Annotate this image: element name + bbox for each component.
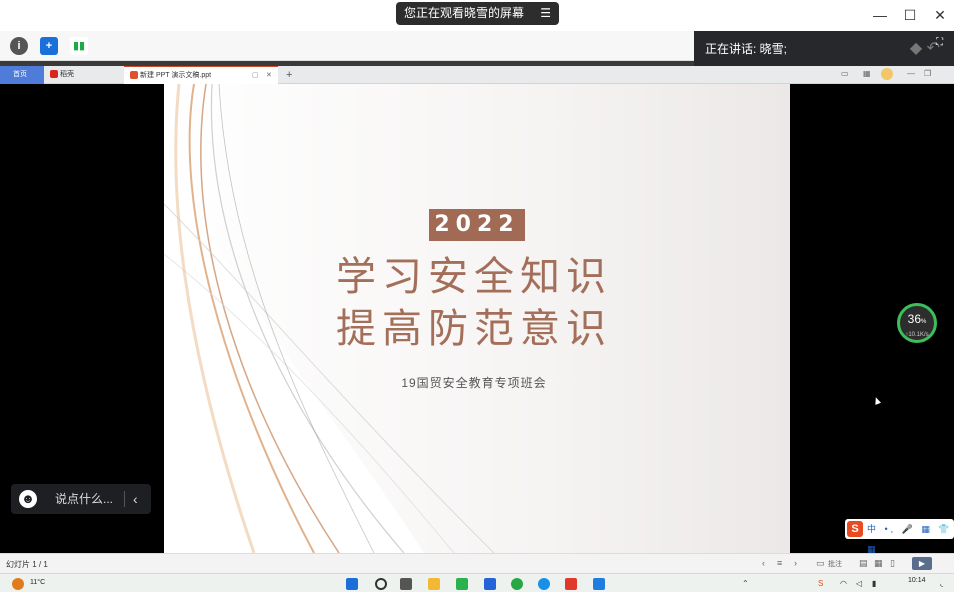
- task-view-icon[interactable]: [400, 578, 412, 590]
- reading-view-icon[interactable]: ▯: [890, 558, 895, 569]
- app-minimize-icon[interactable]: —: [907, 69, 915, 78]
- grid-view-icon[interactable]: ▦: [874, 558, 883, 569]
- chevron-left-icon[interactable]: ‹: [762, 558, 765, 568]
- new-tab-button[interactable]: +: [284, 66, 298, 84]
- close-icon[interactable]: ✕: [931, 6, 949, 24]
- sogou-tray-icon[interactable]: S: [818, 579, 823, 588]
- layout-icon[interactable]: ▭: [841, 69, 849, 78]
- temperature: 11°C: [30, 579, 46, 586]
- screen-root: 您正在观看晓雪的屏幕 ☰ — ☐ ✕ i + ▮▮ 正在讲话: 晓雪; ◆ ↶ …: [0, 0, 954, 592]
- slide-title-line2: 提高防范意识: [336, 306, 612, 352]
- notes-icon[interactable]: ▭: [816, 558, 825, 569]
- year-badge: 2022: [429, 209, 525, 241]
- tab-home-label: 首页: [13, 71, 27, 78]
- tab-home[interactable]: 首页: [0, 66, 44, 84]
- speaking-indicator: 正在讲话: 晓雪; ◆ ↶: [694, 31, 954, 67]
- shared-screen-area: 2022 学习安全知识 提高防范意识 19国贸安全教育专项班会: [0, 84, 954, 553]
- emoji-icon[interactable]: ☻: [19, 490, 37, 508]
- network-percent: 36: [907, 312, 921, 326]
- notes-label[interactable]: 批注: [828, 559, 842, 569]
- tab-daoke[interactable]: 稻壳: [44, 66, 124, 84]
- meeting-app-icon[interactable]: [484, 578, 496, 590]
- app-restore-icon[interactable]: ❐: [924, 69, 931, 78]
- play-slideshow-button[interactable]: ▶: [912, 557, 932, 570]
- ime-toolbar[interactable]: S 中 •, 🎤 ▦ 👕 ▦: [845, 519, 954, 554]
- comment-input[interactable]: ☻ 说点什么... ‹: [11, 484, 151, 514]
- chevron-left-icon[interactable]: ‹: [133, 484, 138, 514]
- fullscreen-icon[interactable]: ⛶: [936, 37, 950, 51]
- folder-icon[interactable]: [428, 578, 440, 590]
- maximize-icon[interactable]: ☐: [901, 6, 919, 24]
- grid-icon[interactable]: ▦: [863, 69, 871, 78]
- menu-icon[interactable]: ☰: [540, 2, 551, 25]
- network-speed-widget[interactable]: 36% ↑10.1K/s: [897, 303, 937, 343]
- divider: [124, 491, 125, 507]
- list-icon[interactable]: ≡: [777, 558, 782, 568]
- cloud-icon[interactable]: [593, 578, 605, 590]
- normal-view-icon[interactable]: ▤: [859, 558, 868, 569]
- ppt-icon: [130, 71, 138, 80]
- slide-subtitle: 19国贸安全教育专项班会: [401, 376, 547, 390]
- chevron-up-icon[interactable]: ⌃: [742, 579, 749, 588]
- tab-close-icon[interactable]: ✕: [266, 67, 272, 85]
- minimize-icon[interactable]: —: [871, 6, 889, 24]
- os-taskbar: 11°C ⌃ S ◠ ◁ ▮ 10:14 ◟: [0, 573, 954, 592]
- app-tab-bar: 首页 稻壳 新建 PPT 演示文稿.ppt ▢ ✕ + ▭ ▦ — ❐: [0, 66, 954, 84]
- sogou-icon: S: [847, 521, 863, 537]
- wechat-icon[interactable]: [456, 578, 468, 590]
- edge-icon[interactable]: [538, 578, 550, 590]
- volume-icon[interactable]: ◁: [856, 579, 862, 588]
- daoke-icon: [50, 70, 58, 79]
- weather-icon[interactable]: [12, 578, 24, 590]
- avatar[interactable]: [881, 68, 893, 80]
- battery-icon[interactable]: ▮: [872, 579, 876, 588]
- shield-icon[interactable]: +: [40, 37, 58, 55]
- search-icon[interactable]: [375, 578, 387, 590]
- clock: 10:14: [908, 577, 926, 584]
- comment-placeholder: 说点什么...: [55, 492, 114, 506]
- start-icon[interactable]: [346, 578, 358, 590]
- wifi-icon[interactable]: ◠: [840, 579, 847, 588]
- network-percent-unit: %: [921, 319, 927, 325]
- speaking-text: 正在讲话: 晓雪;: [705, 42, 788, 56]
- network-rate: ↑10.1K/s: [905, 332, 929, 338]
- tab-daoke-label: 稻壳: [60, 71, 74, 78]
- slide-canvas[interactable]: 2022 学习安全知识 提高防范意识 19国贸安全教育专项班会: [164, 84, 790, 553]
- pin-icon[interactable]: ▢: [252, 67, 259, 85]
- wps-icon[interactable]: [565, 578, 577, 590]
- browser-icon[interactable]: [511, 578, 523, 590]
- signal-bars-icon[interactable]: ▮▮: [70, 37, 88, 55]
- meeting-title-bar: 您正在观看晓雪的屏幕 ☰ — ☐ ✕: [0, 0, 954, 31]
- share-banner-text: 您正在观看晓雪的屏幕: [404, 6, 525, 20]
- notification-icon[interactable]: ◟: [940, 579, 943, 588]
- tab-presentation[interactable]: 新建 PPT 演示文稿.ppt ▢ ✕: [124, 66, 278, 84]
- info-icon[interactable]: i: [10, 37, 28, 55]
- chevron-right-icon[interactable]: ›: [794, 558, 797, 568]
- tab-presentation-label: 新建 PPT 演示文稿.ppt: [140, 72, 212, 79]
- slide-title-line1: 学习安全知识: [336, 254, 612, 300]
- screen-share-banner[interactable]: 您正在观看晓雪的屏幕 ☰: [396, 2, 559, 25]
- status-bar: 幻灯片 1 / 1 ‹ ≡ › ▭ 批注 ▤ ▦ ▯ ▶: [0, 553, 954, 573]
- slide-counter: 幻灯片 1 / 1: [6, 560, 48, 569]
